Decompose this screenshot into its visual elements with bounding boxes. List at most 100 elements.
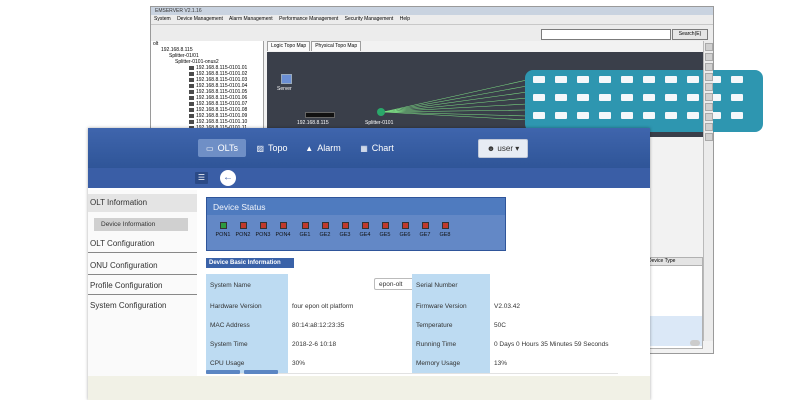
onu-icon[interactable] — [665, 76, 677, 83]
tab-alarm-label: Alarm — [317, 143, 341, 153]
topology-canvas[interactable]: Server 192.168.8.115 Splitter-0101 — [267, 52, 763, 137]
port-label: GE2 — [319, 232, 331, 238]
tab-chart[interactable]: ▦ Chart — [353, 139, 401, 157]
port-status[interactable]: GE1 — [295, 222, 315, 238]
onu-icon[interactable] — [533, 112, 545, 119]
select-icon[interactable] — [704, 73, 713, 81]
port-label: GE3 — [339, 232, 351, 238]
onu-icon[interactable] — [533, 94, 545, 101]
port-status[interactable]: GE6 — [395, 222, 415, 238]
port-label: GE4 — [359, 232, 371, 238]
menu-system[interactable]: System — [154, 16, 171, 22]
splitter-links — [383, 80, 527, 120]
menu-list-icon[interactable]: ☰ — [195, 172, 208, 184]
onu-icon[interactable] — [577, 76, 589, 83]
onu-icon[interactable] — [687, 112, 699, 119]
field-value: 80:14:a8:12:23:35 — [288, 316, 412, 335]
onu-icon[interactable] — [621, 112, 633, 119]
port-status[interactable]: PON2 — [233, 222, 253, 238]
back-arrow-icon[interactable]: ← — [220, 170, 236, 186]
port-label: PON4 — [275, 232, 291, 238]
port-status[interactable]: GE3 — [335, 222, 355, 238]
sidebar-item-system-configuration[interactable]: System Configuration — [88, 297, 197, 315]
tool-strip — [703, 41, 713, 341]
onu-icon[interactable] — [643, 94, 655, 101]
fit-icon[interactable] — [704, 63, 713, 71]
refresh-icon[interactable] — [704, 93, 713, 101]
menu-device-management[interactable]: Device Management — [177, 16, 223, 22]
onu-icon[interactable] — [665, 94, 677, 101]
onu-icon[interactable] — [665, 112, 677, 119]
onu-icon[interactable] — [731, 94, 743, 101]
onu-icon[interactable] — [687, 76, 699, 83]
field-value: epon-olt — [288, 274, 488, 297]
server-icon[interactable] — [281, 74, 292, 84]
tab-physical-topo-map[interactable]: Physical Topo Map — [311, 41, 362, 51]
field-key: Firmware Version — [412, 297, 490, 316]
onu-icon[interactable] — [621, 94, 633, 101]
action-button[interactable] — [206, 370, 240, 374]
onu-icon[interactable] — [599, 76, 611, 83]
onu-icon[interactable] — [599, 94, 611, 101]
topology-icon: ▨ — [256, 144, 265, 153]
sidebar-item-olt-configuration[interactable]: OLT Configuration — [88, 235, 197, 253]
splitter-icon[interactable] — [377, 108, 385, 116]
user-menu-button[interactable]: ☻ user ▾ — [478, 139, 528, 158]
sidebar-item-olt-information[interactable]: OLT Information — [88, 194, 197, 212]
onu-icon[interactable] — [555, 94, 567, 101]
onu-icon[interactable] — [731, 76, 743, 83]
settings-icon[interactable] — [704, 133, 713, 141]
tab-alarm[interactable]: ▲ Alarm — [300, 139, 346, 157]
search-row: Search(E) — [151, 25, 713, 41]
onu-icon[interactable] — [555, 76, 567, 83]
menu-alarm-management[interactable]: Alarm Management — [229, 16, 273, 22]
port-status[interactable]: GE2 — [315, 222, 335, 238]
port-status[interactable]: PON3 — [253, 222, 273, 238]
onu-icon[interactable] — [643, 112, 655, 119]
onu-icon[interactable] — [687, 94, 699, 101]
field-key: MAC Address — [206, 316, 288, 335]
zoom-out-icon[interactable] — [704, 53, 713, 61]
layout-icon[interactable] — [704, 103, 713, 111]
olt-device-icon[interactable] — [305, 112, 335, 118]
onu-icon[interactable] — [555, 112, 567, 119]
port-icon — [321, 222, 329, 229]
menu-security-management[interactable]: Security Management — [345, 16, 394, 22]
menu-performance-management[interactable]: Performance Management — [279, 16, 338, 22]
tab-logic-topo-map[interactable]: Logic Topo Map — [267, 41, 311, 51]
port-status[interactable]: PON1 — [213, 222, 233, 238]
sidebar-item-device-information[interactable]: Device Information — [94, 218, 188, 231]
onu-icon[interactable] — [533, 76, 545, 83]
print-icon[interactable] — [704, 113, 713, 121]
search-button[interactable]: Search(E) — [672, 29, 708, 40]
tab-olts[interactable]: ▭ OLTs — [198, 139, 246, 157]
onu-icon[interactable] — [621, 76, 633, 83]
port-status[interactable]: GE7 — [415, 222, 435, 238]
zoom-in-icon[interactable] — [704, 43, 713, 51]
port-status[interactable]: GE4 — [355, 222, 375, 238]
port-status[interactable]: PON4 — [273, 222, 293, 238]
port-icon — [301, 222, 309, 229]
caret-down-icon: ▾ — [515, 144, 520, 153]
tab-topo[interactable]: ▨ Topo — [250, 139, 294, 157]
pan-icon[interactable] — [704, 83, 713, 91]
port-label: PON3 — [255, 232, 271, 238]
menu-help[interactable]: Help — [400, 16, 410, 22]
table-row: System Time 2018-2-6 10:18 Running Time … — [206, 335, 618, 355]
onu-icon[interactable] — [599, 112, 611, 119]
onu-icon[interactable] — [731, 112, 743, 119]
action-button[interactable] — [244, 370, 278, 374]
field-key: Hardware Version — [206, 297, 288, 316]
sidebar-item-onu-configuration[interactable]: ONU Configuration — [88, 257, 197, 275]
port-status[interactable]: GE8 — [435, 222, 455, 238]
user-label: user — [497, 144, 513, 153]
onu-icon[interactable] — [643, 76, 655, 83]
status-toggle[interactable] — [690, 340, 700, 346]
sidebar-item-profile-configuration[interactable]: Profile Configuration — [88, 277, 197, 295]
port-status[interactable]: GE5 — [375, 222, 395, 238]
web-ui-window: ▭ OLTs ▨ Topo ▲ Alarm ▦ Chart ☻ user ▾ ☰ ← O… — [88, 128, 650, 400]
export-icon[interactable] — [704, 123, 713, 131]
search-input[interactable] — [541, 29, 671, 40]
onu-icon[interactable] — [577, 112, 589, 119]
onu-icon[interactable] — [577, 94, 589, 101]
